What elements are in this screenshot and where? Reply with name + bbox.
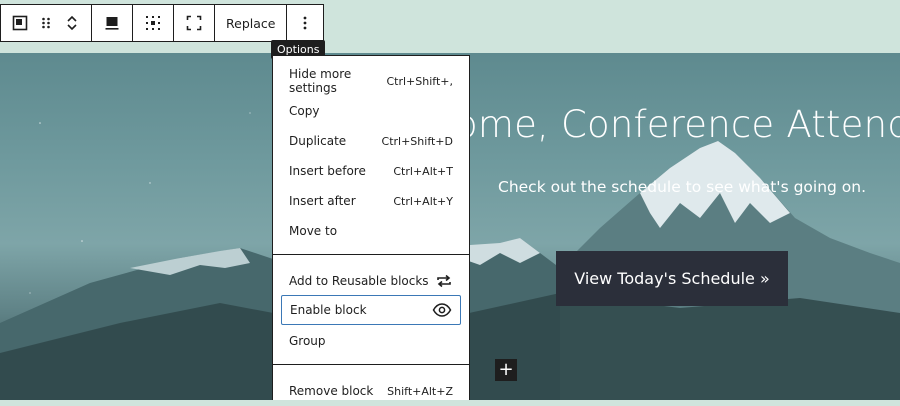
menu-item-duplicate[interactable]: Duplicate Ctrl+Shift+D [281, 126, 461, 156]
menu-item-insert-after[interactable]: Insert after Ctrl+Alt+Y [281, 186, 461, 216]
content-position-button[interactable] [133, 5, 173, 41]
full-height-icon [186, 15, 202, 31]
toolbar-group-position [133, 5, 174, 41]
full-height-button[interactable] [174, 5, 214, 41]
toolbar-group-replace: Replace [215, 5, 288, 41]
view-schedule-button[interactable]: View Today's Schedule » [556, 251, 788, 306]
options-button[interactable] [287, 5, 323, 41]
menu-item-label: Duplicate [289, 134, 347, 148]
plus-icon: + [498, 359, 514, 380]
menu-item-label: Insert before [289, 164, 366, 178]
menu-item-insert-before[interactable]: Insert before Ctrl+Alt+T [281, 156, 461, 186]
select-parent-button[interactable] [1, 5, 39, 41]
align-icon [105, 17, 119, 30]
cover-heading[interactable]: ome, Conference Attende [455, 103, 900, 146]
menu-item-move-to[interactable]: Move to [281, 216, 461, 246]
block-parent-icon [12, 15, 28, 31]
menu-item-remove-block[interactable]: Remove block Shift+Alt+Z [281, 376, 461, 406]
menu-item-shortcut: Ctrl+Alt+T [393, 164, 453, 178]
content-position-icon [146, 16, 160, 30]
toolbar-group-options [287, 5, 323, 41]
menu-item-label: Group [289, 334, 326, 348]
menu-item-label: Insert after [289, 194, 356, 208]
menu-item-label: Hide more settings [289, 67, 352, 95]
cover-subtitle[interactable]: Check out the schedule to see what's goi… [498, 178, 866, 196]
menu-item-shortcut: Ctrl+Shift+D [381, 134, 453, 148]
move-buttons [53, 5, 91, 41]
options-menu: Hide more settings Ctrl+Shift+, Copy Dup… [272, 55, 470, 400]
menu-item-group[interactable]: Group [281, 326, 461, 356]
align-button[interactable] [92, 5, 132, 41]
block-inserter-button[interactable]: + [495, 359, 517, 381]
eye-icon [432, 303, 452, 317]
menu-item-label: Remove block [289, 384, 374, 398]
menu-item-shortcut: Ctrl+Alt+Y [393, 194, 453, 208]
block-toolbar: Replace [0, 4, 325, 42]
chevron-up-icon[interactable] [66, 14, 78, 23]
menu-divider [273, 364, 469, 365]
drag-handle-icon [42, 17, 50, 29]
menu-item-label: Copy [289, 104, 320, 118]
menu-item-hide-settings[interactable]: Hide more settings Ctrl+Shift+, [281, 66, 461, 96]
toolbar-group-height [174, 5, 215, 41]
menu-item-shortcut: Shift+Alt+Z [387, 384, 453, 398]
toolbar-group-block [1, 5, 92, 41]
menu-item-add-reusable[interactable]: Add to Reusable blocks [281, 266, 461, 296]
chevron-down-icon[interactable] [66, 23, 78, 32]
toolbar-group-align [92, 5, 133, 41]
replace-button[interactable]: Replace [215, 5, 286, 41]
drag-handle[interactable] [39, 5, 53, 41]
menu-item-label: Move to [289, 224, 338, 238]
more-vertical-icon [304, 16, 307, 30]
menu-divider [273, 254, 469, 255]
reusable-block-icon [437, 274, 451, 288]
menu-item-shortcut: Ctrl+Shift+, [386, 74, 453, 88]
menu-item-label: Add to Reusable blocks [289, 274, 429, 288]
menu-item-enable-block[interactable]: Enable block [281, 295, 461, 325]
menu-item-label: Enable block [290, 303, 367, 317]
menu-item-copy[interactable]: Copy [281, 96, 461, 126]
